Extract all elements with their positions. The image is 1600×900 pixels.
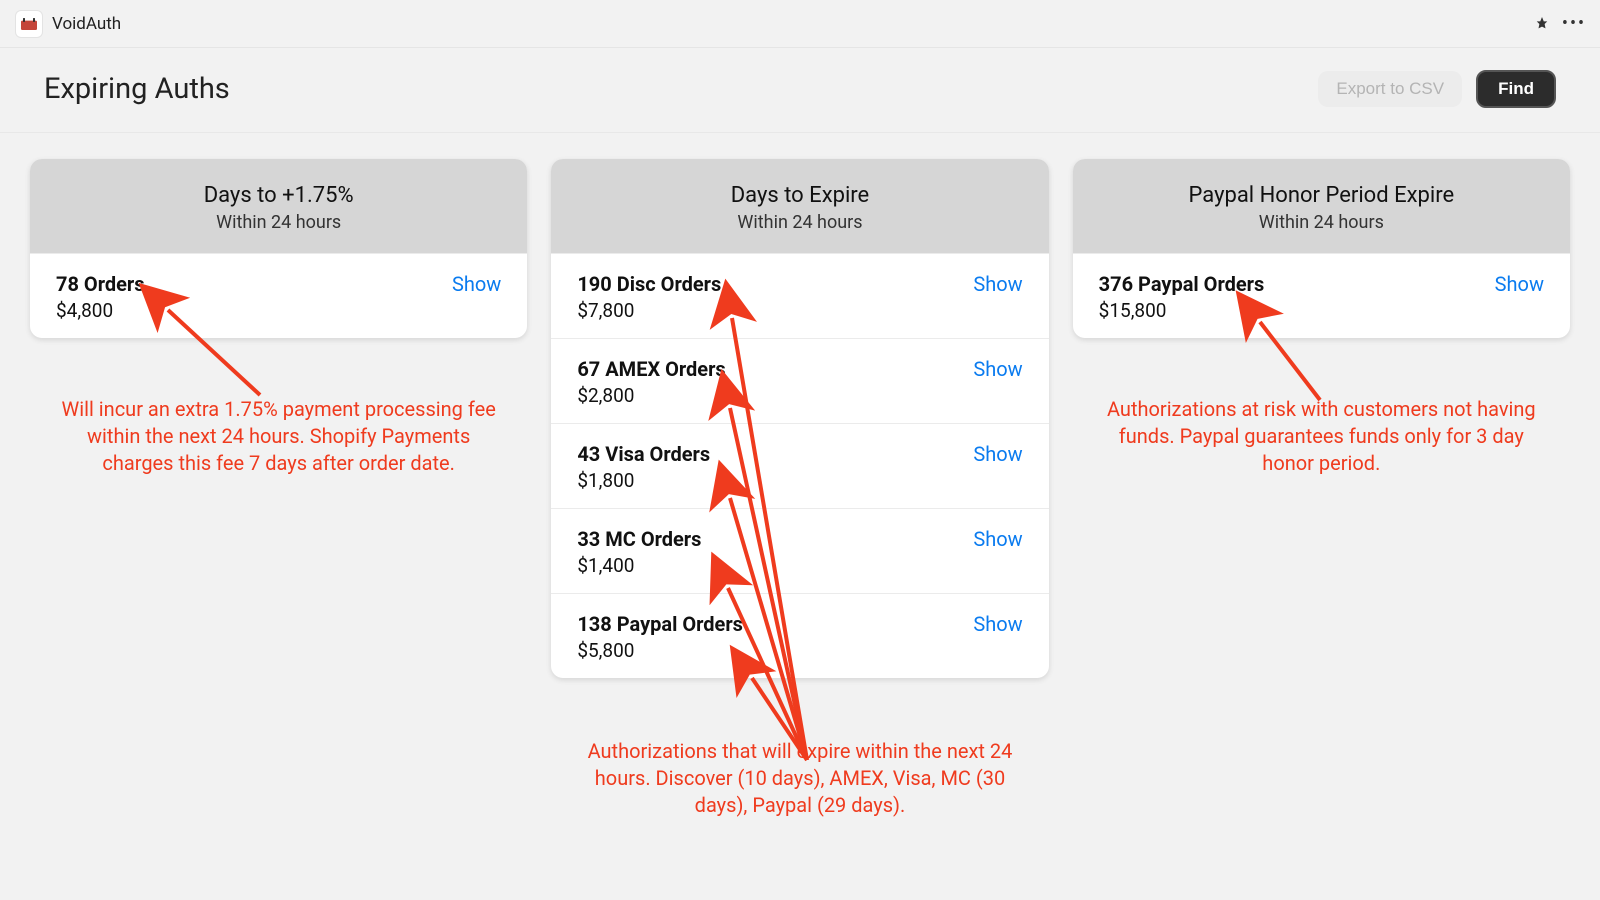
- row-title: 376 Paypal Orders: [1099, 272, 1265, 296]
- app-name: VoidAuth: [52, 14, 121, 34]
- show-link[interactable]: Show: [973, 442, 1022, 466]
- list-item: 376 Paypal Orders $15,800 Show: [1073, 253, 1570, 338]
- list-item: 78 Orders $4,800 Show: [30, 253, 527, 338]
- row-title: 33 MC Orders: [577, 527, 701, 551]
- pin-icon[interactable]: [1532, 14, 1552, 34]
- columns: Days to +1.75% Within 24 hours 78 Orders…: [0, 133, 1600, 819]
- card-days-to-expire: Days to Expire Within 24 hours 190 Disc …: [551, 159, 1048, 678]
- list-item: 190 Disc Orders $7,800 Show: [551, 253, 1048, 338]
- list-item: 67 AMEX Orders $2,800 Show: [551, 338, 1048, 423]
- find-button[interactable]: Find: [1476, 70, 1556, 108]
- page-title: Expiring Auths: [44, 72, 230, 106]
- more-icon[interactable]: •••: [1564, 14, 1584, 34]
- list-item: 138 Paypal Orders $5,800 Show: [551, 593, 1048, 678]
- app-icon: [16, 11, 42, 37]
- show-link[interactable]: Show: [452, 272, 501, 296]
- row-amount: $5,800: [577, 639, 743, 662]
- row-title: 138 Paypal Orders: [577, 612, 743, 636]
- row-title: 67 AMEX Orders: [577, 357, 725, 381]
- card-sub: Within 24 hours: [561, 212, 1038, 233]
- col-days-to-fee: Days to +1.75% Within 24 hours 78 Orders…: [30, 159, 527, 477]
- row-amount: $2,800: [577, 384, 725, 407]
- list-item: 33 MC Orders $1,400 Show: [551, 508, 1048, 593]
- card-paypal-honor: Paypal Honor Period Expire Within 24 hou…: [1073, 159, 1570, 338]
- row-amount: $4,800: [56, 299, 145, 322]
- col-days-to-expire: Days to Expire Within 24 hours 190 Disc …: [551, 159, 1048, 819]
- annotation-text: Will incur an extra 1.75% payment proces…: [60, 396, 497, 477]
- list-item: 43 Visa Orders $1,800 Show: [551, 423, 1048, 508]
- show-link[interactable]: Show: [973, 527, 1022, 551]
- export-csv-button[interactable]: Export to CSV: [1318, 71, 1462, 107]
- card-header: Days to Expire Within 24 hours: [551, 159, 1048, 253]
- card-days-to-fee: Days to +1.75% Within 24 hours 78 Orders…: [30, 159, 527, 338]
- row-title: 43 Visa Orders: [577, 442, 710, 466]
- show-link[interactable]: Show: [973, 612, 1022, 636]
- card-title: Days to Expire: [561, 183, 1038, 208]
- card-header: Paypal Honor Period Expire Within 24 hou…: [1073, 159, 1570, 253]
- card-title: Paypal Honor Period Expire: [1083, 183, 1560, 208]
- row-amount: $7,800: [577, 299, 721, 322]
- row-amount: $15,800: [1099, 299, 1265, 322]
- row-title: 190 Disc Orders: [577, 272, 721, 296]
- topbar: VoidAuth •••: [0, 0, 1600, 48]
- col-paypal-honor: Paypal Honor Period Expire Within 24 hou…: [1073, 159, 1570, 477]
- show-link[interactable]: Show: [973, 272, 1022, 296]
- card-title: Days to +1.75%: [40, 183, 517, 208]
- row-amount: $1,800: [577, 469, 710, 492]
- annotation-text: Authorizations at risk with customers no…: [1103, 396, 1540, 477]
- row-title: 78 Orders: [56, 272, 145, 296]
- card-header: Days to +1.75% Within 24 hours: [30, 159, 527, 253]
- row-amount: $1,400: [577, 554, 701, 577]
- show-link[interactable]: Show: [973, 357, 1022, 381]
- annotation-text: Authorizations that will expire within t…: [581, 738, 1018, 819]
- show-link[interactable]: Show: [1495, 272, 1544, 296]
- card-sub: Within 24 hours: [40, 212, 517, 233]
- card-sub: Within 24 hours: [1083, 212, 1560, 233]
- page-header: Expiring Auths Export to CSV Find: [0, 48, 1600, 133]
